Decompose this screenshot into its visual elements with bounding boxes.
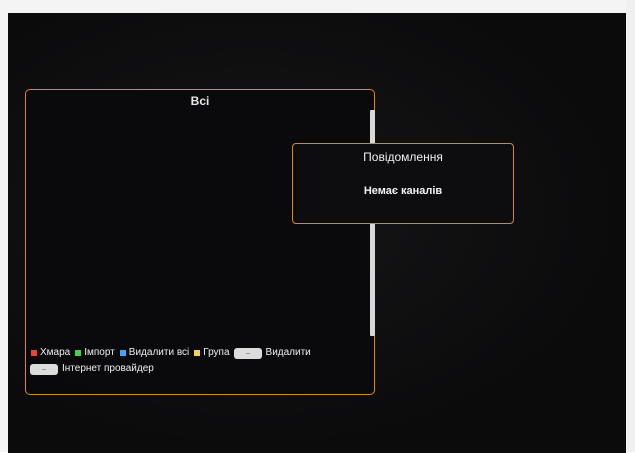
green-square-icon xyxy=(75,350,82,356)
legend-item-provider[interactable]: Інтернет провайдер xyxy=(30,362,154,376)
monitor-bezel-left xyxy=(0,0,8,452)
yellow-square-icon xyxy=(194,350,201,356)
legend-label-delete: Видалити xyxy=(265,347,311,358)
legend-label-group: Група xyxy=(203,347,230,358)
monitor-bezel-right xyxy=(626,0,635,452)
legend-label-provider: Інтернет провайдер xyxy=(62,363,154,374)
legend-item-group[interactable]: Група xyxy=(193,346,230,360)
monitor-bezel-top xyxy=(0,0,635,13)
legend-row-2: Інтернет провайдер xyxy=(30,361,366,377)
legend-item-cloud[interactable]: Хмара xyxy=(30,346,70,360)
red-square-icon xyxy=(31,350,37,356)
message-dialog[interactable]: Повідомлення Немає каналів xyxy=(292,143,514,224)
dialog-message: Немає каналів xyxy=(363,185,443,197)
remote-key-icon xyxy=(30,363,58,375)
blue-square-icon xyxy=(119,350,126,356)
legend-label-delete-all: Видалити всі xyxy=(128,347,190,358)
remote-key-icon xyxy=(233,347,262,359)
legend-item-delete-all[interactable]: Видалити всі xyxy=(119,346,189,360)
legend-row-1: Хмара Імпорт Видалити всі Група Видалити xyxy=(30,345,366,361)
key-legend: Хмара Імпорт Видалити всі Група Видалити xyxy=(30,345,366,377)
legend-label-cloud: Хмара xyxy=(40,347,71,358)
legend-item-delete[interactable]: Видалити xyxy=(233,346,311,360)
channel-list-panel: Всі Хмара Імпорт Видалити всі Група Вида xyxy=(25,89,375,395)
legend-item-import[interactable]: Імпорт xyxy=(74,346,115,360)
legend-label-import: Імпорт xyxy=(84,347,115,358)
dialog-title: Повідомлення xyxy=(363,150,443,164)
panel-title: Всі xyxy=(190,94,210,108)
